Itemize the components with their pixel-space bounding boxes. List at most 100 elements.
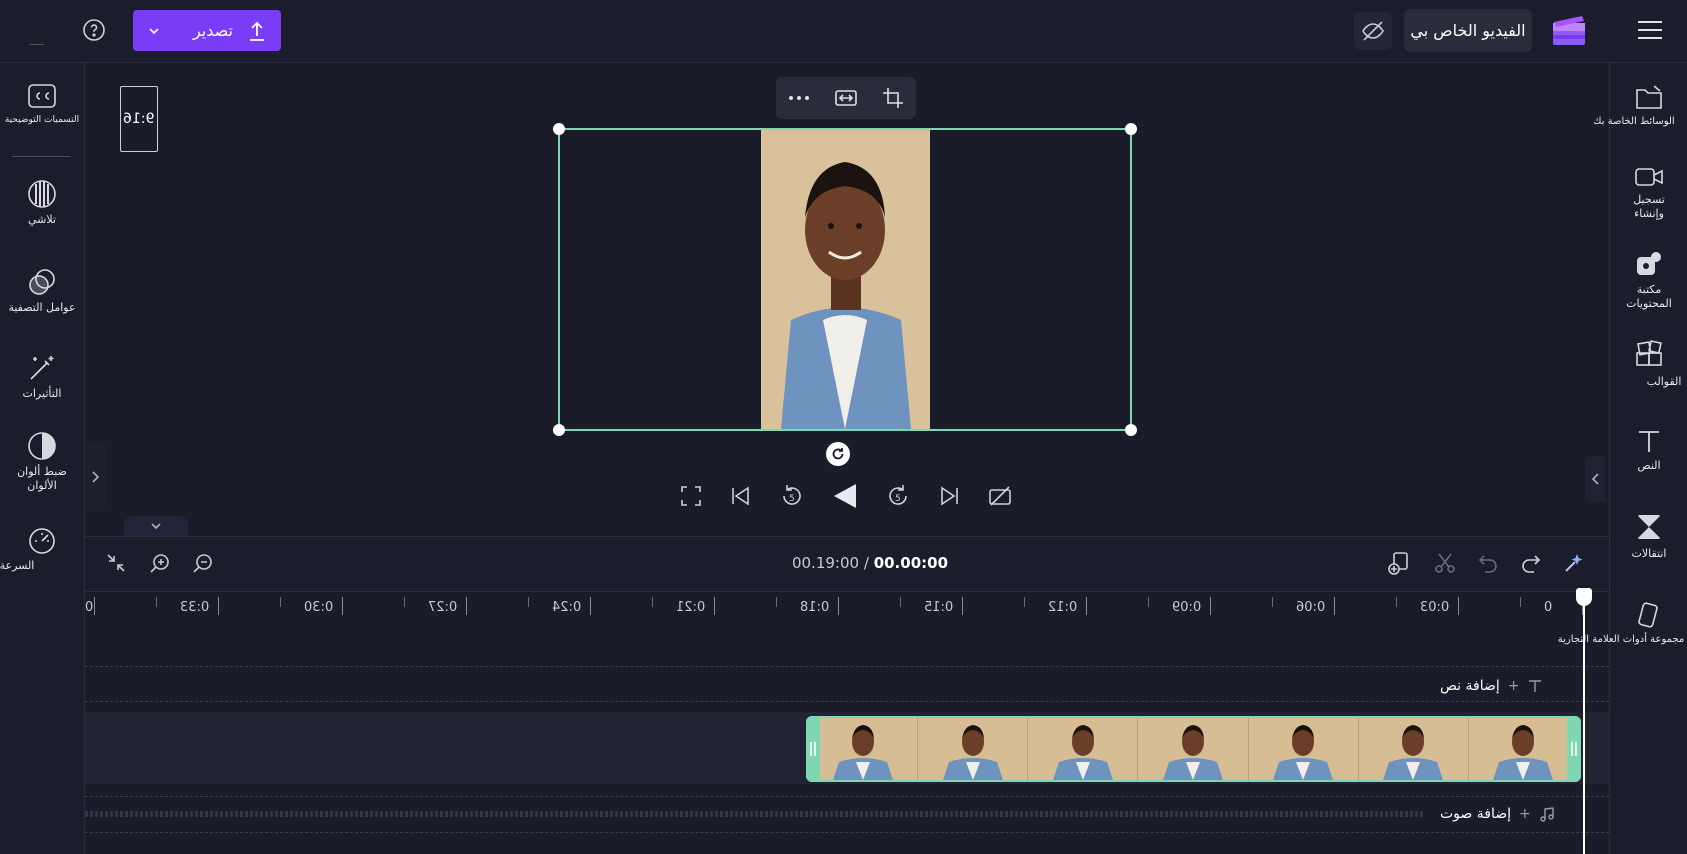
skip-forward-icon[interactable] xyxy=(939,485,961,507)
ruler-tick-label: 0:33 xyxy=(180,600,210,615)
ruler-subtick xyxy=(404,597,405,607)
resize-handle-bottom-right[interactable] xyxy=(1125,424,1137,436)
ruler-tick-label: 0:09 xyxy=(1172,600,1202,615)
ruler-tick xyxy=(1458,597,1459,615)
clip-thumbnail xyxy=(1138,718,1249,780)
magic-wand-icon xyxy=(30,356,54,380)
content-library-tab[interactable]: مكتبة المحتويات xyxy=(1610,249,1687,311)
ruler-subtick xyxy=(156,597,157,607)
collapse-left-panel-button[interactable] xyxy=(86,442,106,512)
video-clip[interactable] xyxy=(806,716,1581,782)
clip-trim-handle-left[interactable] xyxy=(806,716,820,782)
project-title-input[interactable]: الفيديو الخاص بي xyxy=(1404,9,1532,52)
effects-label: التأثيرات xyxy=(22,387,62,400)
help-icon xyxy=(83,19,105,41)
zoom-in-button[interactable] xyxy=(148,551,172,575)
record-create-tab[interactable]: تسجيل وإنشاء xyxy=(1610,165,1687,221)
color-adjust-tool[interactable]: ضبط ألوان الألوان xyxy=(0,431,84,493)
fit-timeline-button[interactable] xyxy=(104,551,128,575)
ruler-tick xyxy=(1334,597,1335,615)
chevron-left-icon xyxy=(1591,473,1599,485)
clip-thumbnail xyxy=(808,718,919,780)
fade-tool[interactable]: تلاشي xyxy=(0,179,84,227)
ruler-tick xyxy=(590,597,591,615)
captions-label: التسميات التوضيحية xyxy=(4,115,80,125)
speedometer-icon xyxy=(29,528,55,554)
add-text-label: إضافة نص xyxy=(1440,678,1500,694)
speed-label: السرعة xyxy=(0,559,35,572)
selection-frame[interactable] xyxy=(553,123,1137,436)
resize-handle-bottom-left[interactable] xyxy=(553,424,565,436)
export-label: تصدير xyxy=(192,21,233,40)
ruler-tick xyxy=(94,597,95,615)
fit-timeline-icon xyxy=(107,554,125,572)
ruler-tick-label: 0:15 xyxy=(924,600,954,615)
undo-button[interactable] xyxy=(1476,551,1500,575)
brand-kit-tab[interactable]: مجموعة أدوات العلامة التجارية xyxy=(1558,601,1687,647)
rewind-5-icon[interactable]: 5 xyxy=(779,483,805,509)
ruler-subtick xyxy=(1024,597,1025,607)
fit-icon[interactable] xyxy=(834,88,858,108)
content-library-icon xyxy=(1637,252,1661,275)
crop-icon[interactable] xyxy=(882,87,904,109)
add-media-button[interactable] xyxy=(1387,551,1411,575)
ruler-subtick xyxy=(776,597,777,607)
redo-button[interactable] xyxy=(1519,551,1543,575)
transitions-icon xyxy=(1637,515,1661,539)
camera-off-icon[interactable] xyxy=(988,485,1012,507)
ruler-tick xyxy=(466,597,467,615)
clip-trim-handle-right[interactable] xyxy=(1567,716,1581,782)
rotate-handle[interactable] xyxy=(826,442,850,466)
brand-kit-icon xyxy=(1638,602,1658,628)
magic-button[interactable] xyxy=(1562,551,1586,575)
plus-icon: + xyxy=(1519,806,1531,822)
split-button[interactable] xyxy=(1433,551,1457,575)
clip-thumbnail xyxy=(1468,718,1579,780)
canvas-toolbar xyxy=(776,77,916,119)
your-media-tab[interactable]: الوسائط الخاصة بك xyxy=(1593,83,1687,129)
transitions-tab[interactable]: انتقالات xyxy=(1610,513,1687,561)
speed-tool[interactable]: السرعة xyxy=(0,525,84,573)
effects-tool[interactable]: التأثيرات xyxy=(0,353,84,401)
filters-tool[interactable]: عوامل التصفية xyxy=(0,267,84,315)
current-time: 00.00:00 xyxy=(873,554,949,572)
fullscreen-icon[interactable] xyxy=(680,485,702,507)
text-tab[interactable]: النص xyxy=(1610,427,1687,473)
help-button[interactable] xyxy=(82,18,106,42)
hide-preview-button[interactable] xyxy=(1354,12,1392,50)
collapse-timeline-button[interactable] xyxy=(124,516,188,536)
collapse-right-panel-button[interactable] xyxy=(1585,456,1605,502)
ruler-tick xyxy=(218,597,219,615)
ruler-tick xyxy=(838,597,839,615)
clipchamp-logo xyxy=(1552,13,1586,47)
add-text-track[interactable]: إضافة نص + xyxy=(1440,674,1543,698)
play-icon[interactable] xyxy=(832,482,858,510)
ruler-subtick xyxy=(1272,597,1273,607)
magic-icon xyxy=(1565,554,1583,572)
zoom-out-button[interactable] xyxy=(191,551,215,575)
templates-tab[interactable]: القوالب xyxy=(1610,339,1687,389)
captions-tool[interactable]: التسميات التوضيحية xyxy=(0,83,84,127)
record-create-label: تسجيل وإنشاء xyxy=(1633,193,1665,220)
hamburger-menu-button[interactable] xyxy=(1636,16,1664,44)
playhead[interactable] xyxy=(1583,590,1585,854)
divider xyxy=(30,44,44,45)
track-divider xyxy=(85,832,1609,833)
more-icon[interactable] xyxy=(788,95,810,101)
text-icon xyxy=(1639,431,1659,452)
export-button[interactable]: تصدير xyxy=(133,10,281,51)
resize-handle-top-right[interactable] xyxy=(1125,123,1137,135)
ruler-tick-label: 0:21 xyxy=(676,600,706,615)
playhead-handle[interactable] xyxy=(1576,588,1592,606)
chevron-down-icon[interactable] xyxy=(147,24,161,38)
track-divider xyxy=(85,666,1609,667)
add-audio-track[interactable]: إضافة صوت + xyxy=(1440,802,1555,826)
resize-handle-top-left[interactable] xyxy=(553,123,565,135)
right-navigation-panel: الوسائط الخاصة بك تسجيل وإنشاء مكتبة الم… xyxy=(1558,63,1687,854)
ruler-subtick xyxy=(652,597,653,607)
clip-thumbnail xyxy=(1248,718,1359,780)
skip-back-icon[interactable] xyxy=(729,485,751,507)
forward-5-icon[interactable]: 5 xyxy=(885,483,911,509)
ruler-tick xyxy=(1086,597,1087,615)
aspect-ratio-button[interactable]: 9:16 xyxy=(120,86,158,152)
